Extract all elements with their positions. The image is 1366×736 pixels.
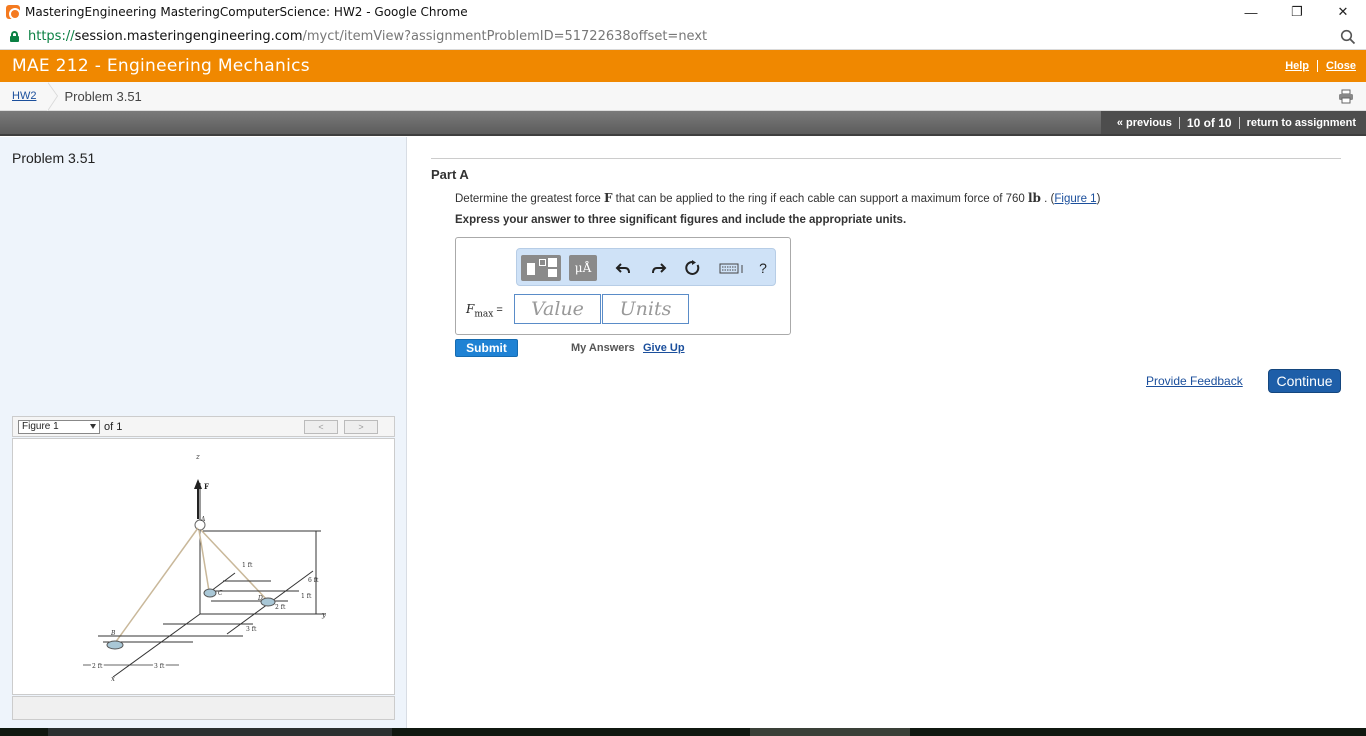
problem-title: Problem 3.51 (12, 150, 96, 166)
course-header: MAE 212 - Engineering Mechanics Help Clo… (0, 50, 1366, 82)
support-D (260, 597, 276, 607)
lock-icon[interactable] (10, 31, 19, 42)
figure-diagram: z F A B C D x y 1 ft 6 ft 1 ft 2 ft 3 ft… (83, 453, 327, 683)
header-links: Help Close (1285, 60, 1356, 72)
breadcrumb-arrow-icon (47, 81, 60, 111)
part-divider (431, 158, 1341, 159)
label-x: x (111, 675, 115, 683)
taskbar-item[interactable] (48, 728, 392, 736)
instruction-text: Express your answer to three significant… (455, 214, 907, 226)
question-panel: Part A Determine the greatest force F th… (408, 137, 1366, 728)
dim-3ft: 3 ft (246, 626, 257, 633)
dim-3ft-b: 3 ft (154, 663, 165, 670)
taskbar (0, 728, 1366, 736)
close-window-button[interactable]: ✕ (1320, 0, 1366, 24)
part-title: Part A (431, 167, 469, 182)
figure-count: of 1 (104, 420, 123, 433)
dim-1ft: 1 ft (242, 562, 253, 569)
figure-footer (12, 696, 395, 720)
assignment-nav-strip: « previous 10 of 10 return to assignment (0, 111, 1366, 136)
my-answers-label: My Answers (571, 342, 635, 354)
support-B (106, 640, 124, 650)
nav-divider (1178, 116, 1180, 129)
label-z: z (195, 453, 200, 461)
assignment-nav: « previous 10 of 10 return to assignment (1100, 111, 1366, 134)
print-icon[interactable] (1338, 89, 1354, 104)
zoom-icon[interactable] (1340, 29, 1356, 45)
app-logo-icon (6, 5, 21, 20)
answer-box: μÅ ? Fmax = Value Units (455, 237, 791, 335)
figure-1-link[interactable]: Figure 1 (1054, 193, 1096, 205)
figure-next-button[interactable]: > (344, 420, 378, 434)
equation-toolbar: μÅ ? (516, 248, 776, 286)
close-link[interactable]: Close (1326, 60, 1356, 72)
url-text[interactable]: https://session.masteringengineering.com… (28, 29, 707, 44)
continue-button[interactable]: Continue (1268, 369, 1341, 393)
nav-divider (1238, 116, 1240, 129)
cable-AB (114, 527, 199, 644)
browser-title-bar: MasteringEngineering MasteringComputerSc… (0, 0, 1366, 24)
force-arrowhead-icon (194, 479, 202, 489)
return-to-assignment-link[interactable]: return to assignment (1247, 117, 1356, 129)
support-C (203, 588, 217, 598)
help-link[interactable]: Help (1285, 60, 1309, 72)
label-C: C (218, 590, 223, 597)
breadcrumb-hw2-link[interactable]: HW2 (12, 90, 36, 102)
figure-select[interactable]: Figure 1 (18, 419, 100, 434)
dim-6ft: 6 ft (308, 577, 319, 584)
header-divider (1317, 60, 1319, 72)
give-up-link[interactable]: Give Up (643, 342, 685, 354)
taskbar-item[interactable] (750, 728, 910, 736)
dim-1ft-b: 1 ft (301, 593, 312, 600)
problem-position: 10 of 10 (1186, 115, 1232, 130)
restore-button[interactable]: ❐ (1274, 0, 1320, 24)
course-title: MAE 212 - Engineering Mechanics (12, 56, 310, 76)
question-text: Determine the greatest force F that can … (455, 191, 1101, 205)
window-controls: — ❐ ✕ (1228, 0, 1366, 24)
address-bar[interactable]: https://session.masteringengineering.com… (0, 24, 1366, 50)
figure-area: z F A B C D x y 1 ft 6 ft 1 ft 2 ft 3 ft… (12, 438, 395, 695)
fmax-label: Fmax = (466, 302, 503, 320)
provide-feedback-link[interactable]: Provide Feedback (1146, 374, 1243, 388)
unit-lb: lb (1028, 191, 1041, 205)
dim-2ft-b: 2 ft (92, 663, 103, 670)
minimize-button[interactable]: — (1228, 0, 1274, 24)
templates-button[interactable] (521, 255, 561, 281)
redo-icon[interactable] (651, 260, 667, 276)
problem-panel: Problem 3.51 Figure 1 of 1 < > z F A B C… (0, 137, 407, 728)
keyboard-icon[interactable] (719, 260, 745, 276)
label-y: y (321, 611, 327, 619)
undo-icon[interactable] (615, 260, 631, 276)
figure-nav: < > (304, 420, 378, 434)
label-F: F (204, 482, 209, 491)
figure-prev-button[interactable]: < (304, 420, 338, 434)
breadcrumb: HW2 Problem 3.51 (0, 81, 1366, 111)
figure-toolbar: Figure 1 of 1 < > (12, 416, 395, 437)
units-button[interactable]: μÅ (569, 255, 597, 281)
value-input[interactable]: Value (514, 294, 601, 324)
window-title: MasteringEngineering MasteringComputerSc… (25, 5, 468, 19)
dropdown-arrow-icon (90, 423, 96, 429)
breadcrumb-current: Problem 3.51 (64, 88, 142, 104)
dim-2ft: 2 ft (275, 604, 286, 611)
submit-button[interactable]: Submit (455, 339, 518, 357)
previous-link[interactable]: « previous (1117, 117, 1172, 129)
label-D: D (257, 595, 263, 602)
reset-icon[interactable] (685, 260, 701, 276)
label-A: A (200, 516, 206, 523)
help-icon[interactable]: ? (755, 260, 771, 276)
units-input[interactable]: Units (602, 294, 689, 324)
label-B: B (110, 630, 116, 637)
